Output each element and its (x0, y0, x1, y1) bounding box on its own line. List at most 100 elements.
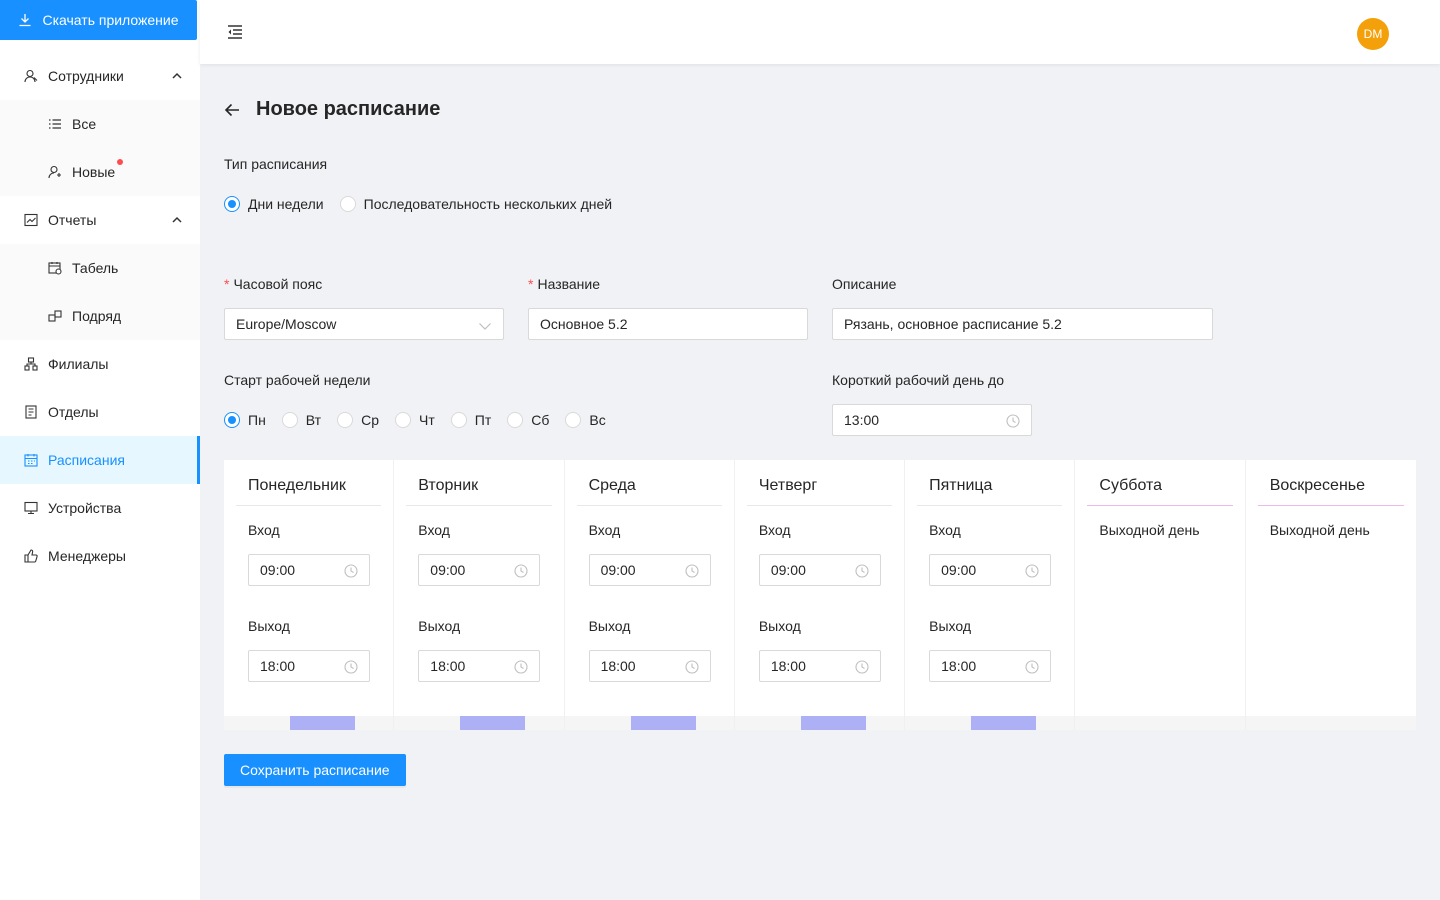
sidebar-item-schedules-label: Расписания (48, 452, 125, 468)
description-input[interactable]: Рязань, основное расписание 5.2 (832, 308, 1213, 340)
in-label: Вход (758, 522, 791, 538)
calendar-check-icon (48, 261, 62, 275)
user-add-icon (48, 165, 62, 179)
in-time-value: 09:00 (600, 562, 636, 578)
out-label: Выход (588, 618, 631, 634)
radio-sequence-label: Последовательность нескольких дней (363, 196, 613, 212)
day-footer (1075, 716, 1245, 730)
new-badge-dot (117, 159, 123, 165)
download-app-label: Скачать приложение (42, 12, 179, 28)
radio-fri-label: Пт (474, 412, 492, 428)
radio-circle (339, 196, 356, 212)
sidebar-item-devices[interactable]: Устройства (0, 484, 200, 532)
out-time-input[interactable]: 18:00 (588, 650, 711, 682)
in-time-input[interactable]: 09:00 (418, 554, 541, 586)
timezone-label-text: Часовой пояс (233, 276, 323, 292)
day-column-thursday: Четверг Вход 09:00 Выход 18:00 (734, 460, 906, 730)
cluster-icon (24, 357, 38, 371)
page-title: Новое расписание (256, 98, 441, 120)
file-icon (24, 405, 38, 419)
in-time-input[interactable]: 09:00 (248, 554, 370, 586)
in-time-input[interactable]: 09:00 (758, 554, 881, 586)
radio-weekdays[interactable]: Дни недели (224, 196, 324, 212)
schedule-type-label: Тип расписания (224, 156, 328, 172)
sidebar-item-reports[interactable]: Отчеты (0, 196, 200, 244)
out-time-input[interactable]: 18:00 (418, 650, 541, 682)
in-label: Вход (248, 522, 280, 538)
timezone-select[interactable]: Europe/Moscow (224, 308, 504, 340)
out-time-input[interactable]: 18:00 (758, 650, 881, 682)
day-bar[interactable] (800, 716, 866, 730)
sidebar-item-all[interactable]: Все (0, 100, 200, 148)
save-schedule-button[interactable]: Сохранить расписание (224, 754, 406, 786)
day-bar[interactable] (630, 716, 696, 730)
out-time-input[interactable]: 18:00 (929, 650, 1052, 682)
description-label: Описание (832, 276, 897, 292)
name-label: * Название (528, 276, 600, 292)
sidebar-item-branches-label: Филиалы (48, 356, 109, 372)
radio-sat-label: Сб (531, 412, 550, 428)
download-app-button[interactable]: Скачать приложение (0, 0, 197, 40)
day-bar[interactable] (290, 716, 355, 730)
radio-mon[interactable]: Пн (224, 412, 266, 428)
name-input[interactable]: Основное 5.2 (528, 308, 808, 340)
radio-weekdays-label: Дни недели (248, 196, 324, 212)
radio-fri[interactable]: Пт (450, 412, 492, 428)
in-label: Вход (588, 522, 621, 538)
week-start-label: Старт рабочей недели (224, 372, 371, 388)
sidebar-item-new[interactable]: Новые (0, 148, 200, 196)
avatar[interactable]: DM (1357, 18, 1389, 50)
sidebar-item-reports-label: Отчеты (48, 212, 97, 228)
arrow-left-icon[interactable] (224, 102, 240, 118)
in-time-value: 09:00 (770, 562, 806, 578)
sidebar-item-timesheet[interactable]: Табель (0, 244, 200, 292)
days-grid: Понедельник Вход 09:00 Выход 18:00 Вторн… (224, 460, 1416, 730)
sidebar-item-managers[interactable]: Менеджеры (0, 532, 200, 580)
name-label-text: Название (537, 276, 601, 292)
sidebar-item-contract[interactable]: Подряд (0, 292, 200, 340)
clock-icon (514, 564, 528, 578)
sidebar-item-employees[interactable]: Сотрудники (0, 52, 200, 100)
out-time-value: 18:00 (941, 658, 977, 674)
day-column-monday: Понедельник Вход 09:00 Выход 18:00 (224, 460, 395, 730)
day-bar[interactable] (460, 716, 526, 730)
out-label: Выход (758, 618, 801, 634)
short-day-label: Короткий рабочий день до (832, 372, 1004, 388)
radio-sat[interactable]: Сб (507, 412, 549, 428)
clock-icon (855, 564, 869, 578)
clock-icon (685, 660, 699, 674)
reports-submenu: Табель Подряд (0, 244, 200, 340)
in-time-input[interactable]: 09:00 (929, 554, 1052, 586)
day-footer (1245, 716, 1416, 730)
sidebar-item-contract-label: Подряд (72, 308, 122, 324)
sidebar-item-departments[interactable]: Отделы (0, 388, 200, 436)
day-name: Вторник (406, 460, 552, 506)
timezone-value: Europe/Moscow (236, 316, 337, 332)
block-icon (48, 309, 62, 323)
day-column-tuesday: Вторник Вход 09:00 Выход 18:00 (394, 460, 565, 730)
page-title-row: Новое расписание (224, 98, 440, 121)
sidebar-item-schedules[interactable]: Расписания (0, 436, 200, 484)
sidebar-item-branches[interactable]: Филиалы (0, 340, 200, 388)
desktop-icon (24, 501, 38, 515)
list-icon (48, 117, 62, 131)
radio-sequence[interactable]: Последовательность нескольких дней (339, 196, 613, 212)
radio-tue[interactable]: Вт (281, 412, 321, 428)
sidebar-menu: Сотрудники Все Новые Отчеты Табель Подря… (0, 52, 200, 580)
radio-thu[interactable]: Чт (395, 412, 435, 428)
menu-fold-icon[interactable] (227, 24, 243, 40)
out-time-input[interactable]: 18:00 (248, 650, 370, 682)
day-column-wednesday: Среда Вход 09:00 Выход 18:00 (564, 460, 735, 730)
day-column-sunday: Воскресенье Выходной день (1245, 460, 1416, 730)
radio-wed[interactable]: Ср (337, 412, 379, 428)
in-time-input[interactable]: 09:00 (588, 554, 711, 586)
chevron-up-icon (172, 72, 182, 79)
out-label: Выход (929, 618, 972, 634)
radio-sun[interactable]: Вс (565, 412, 606, 428)
short-day-time-input[interactable]: 13:00 (832, 404, 1032, 436)
clock-icon (1025, 564, 1039, 578)
day-name: Четверг (746, 460, 893, 506)
day-bar[interactable] (971, 716, 1037, 730)
day-name: Суббота (1087, 460, 1233, 506)
sidebar-item-managers-label: Менеджеры (48, 548, 126, 564)
